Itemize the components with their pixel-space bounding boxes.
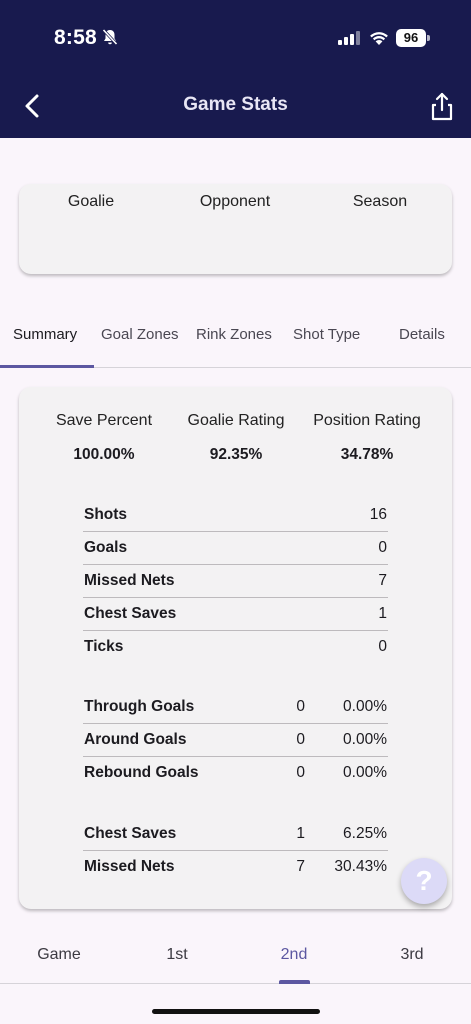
stat-row-rebound-goals: Rebound Goals 0 0.00% [83, 757, 388, 790]
stat-value: 1 [378, 605, 387, 622]
opponent-filter[interactable]: Opponent [165, 193, 305, 211]
period-tab-3rd[interactable]: 3rd [372, 946, 452, 964]
stat-count: 0 [296, 731, 305, 748]
goalie-rating-label: Goalie Rating [187, 412, 285, 429]
section-tabs: Summary Goal Zones Rink Zones Shot Type … [0, 316, 471, 368]
bell-slash-icon [102, 28, 118, 46]
wifi-icon [370, 32, 388, 45]
stat-label: Goals [84, 539, 128, 556]
goalie-rating-value: 92.35% [209, 446, 263, 463]
battery-icon: 96 [396, 29, 430, 47]
help-button[interactable]: ? [401, 858, 447, 904]
tab-details[interactable]: Details [399, 326, 445, 343]
page-title: Game Stats [183, 94, 288, 115]
home-indicator[interactable] [152, 1009, 320, 1014]
stat-label: Around Goals [84, 731, 187, 748]
stat-value: 0 [378, 638, 387, 655]
stat-label: Through Goals [84, 698, 195, 715]
stat-percent: 0.00% [343, 698, 387, 715]
stat-count: 1 [296, 825, 305, 842]
period-tab-1st[interactable]: 1st [137, 946, 217, 964]
battery-level: 96 [396, 29, 426, 47]
period-tab-2nd[interactable]: 2nd [254, 946, 334, 964]
status-time: 8:58 [54, 26, 97, 49]
stat-label: Chest Saves [84, 825, 177, 842]
period-tab-game[interactable]: Game [19, 946, 99, 964]
stat-percent: 0.00% [343, 731, 387, 748]
tab-summary[interactable]: Summary [13, 326, 77, 343]
stat-row-chest-saves: Chest Saves 1 [83, 598, 388, 631]
stat-row-around-goals: Around Goals 0 0.00% [83, 724, 388, 757]
stat-percent: 0.00% [343, 764, 387, 781]
save-percent-value: 100.00% [73, 446, 135, 463]
active-period-indicator [279, 980, 310, 984]
stat-row-missed-nets-pct: Missed Nets 7 30.43% [83, 851, 388, 884]
stat-percent: 30.43% [334, 858, 387, 875]
stat-count: 0 [296, 764, 305, 781]
stat-count: 0 [296, 698, 305, 715]
stat-label: Ticks [84, 638, 124, 655]
stat-row-missed-nets: Missed Nets 7 [83, 565, 388, 598]
position-rating-value: 34.78% [340, 446, 394, 463]
active-tab-indicator [0, 365, 94, 368]
stat-row-chest-saves-pct: Chest Saves 1 6.25% [83, 818, 388, 851]
stat-label: Shots [84, 506, 128, 523]
stat-label: Missed Nets [84, 572, 175, 589]
stat-value: 16 [369, 506, 387, 523]
stat-value: 0 [378, 539, 387, 556]
period-tabs: Game 1st 2nd 3rd [0, 930, 471, 984]
stat-label: Chest Saves [84, 605, 177, 622]
tab-rink-zones[interactable]: Rink Zones [196, 326, 272, 343]
cellular-signal-icon [338, 31, 360, 45]
save-percent-label: Save Percent [55, 412, 153, 429]
stat-count: 7 [296, 858, 305, 875]
stat-label: Missed Nets [84, 858, 175, 875]
tab-goal-zones[interactable]: Goal Zones [101, 326, 179, 343]
goalie-filter[interactable]: Goalie [21, 193, 161, 211]
season-filter[interactable]: Season [310, 193, 450, 211]
position-rating-label: Position Rating [313, 412, 421, 429]
stat-row-through-goals: Through Goals 0 0.00% [83, 691, 388, 724]
stat-row-ticks: Ticks 0 [83, 631, 388, 664]
stat-row-goals: Goals 0 [83, 532, 388, 565]
stat-value: 7 [378, 572, 387, 589]
share-icon[interactable] [428, 90, 456, 122]
tab-shot-type[interactable]: Shot Type [293, 326, 360, 343]
stat-label: Rebound Goals [84, 764, 199, 781]
app-header: 8:58 96 Game Stats [0, 0, 471, 138]
stat-percent: 6.25% [343, 825, 387, 842]
stat-row-shots: Shots 16 [83, 499, 388, 532]
